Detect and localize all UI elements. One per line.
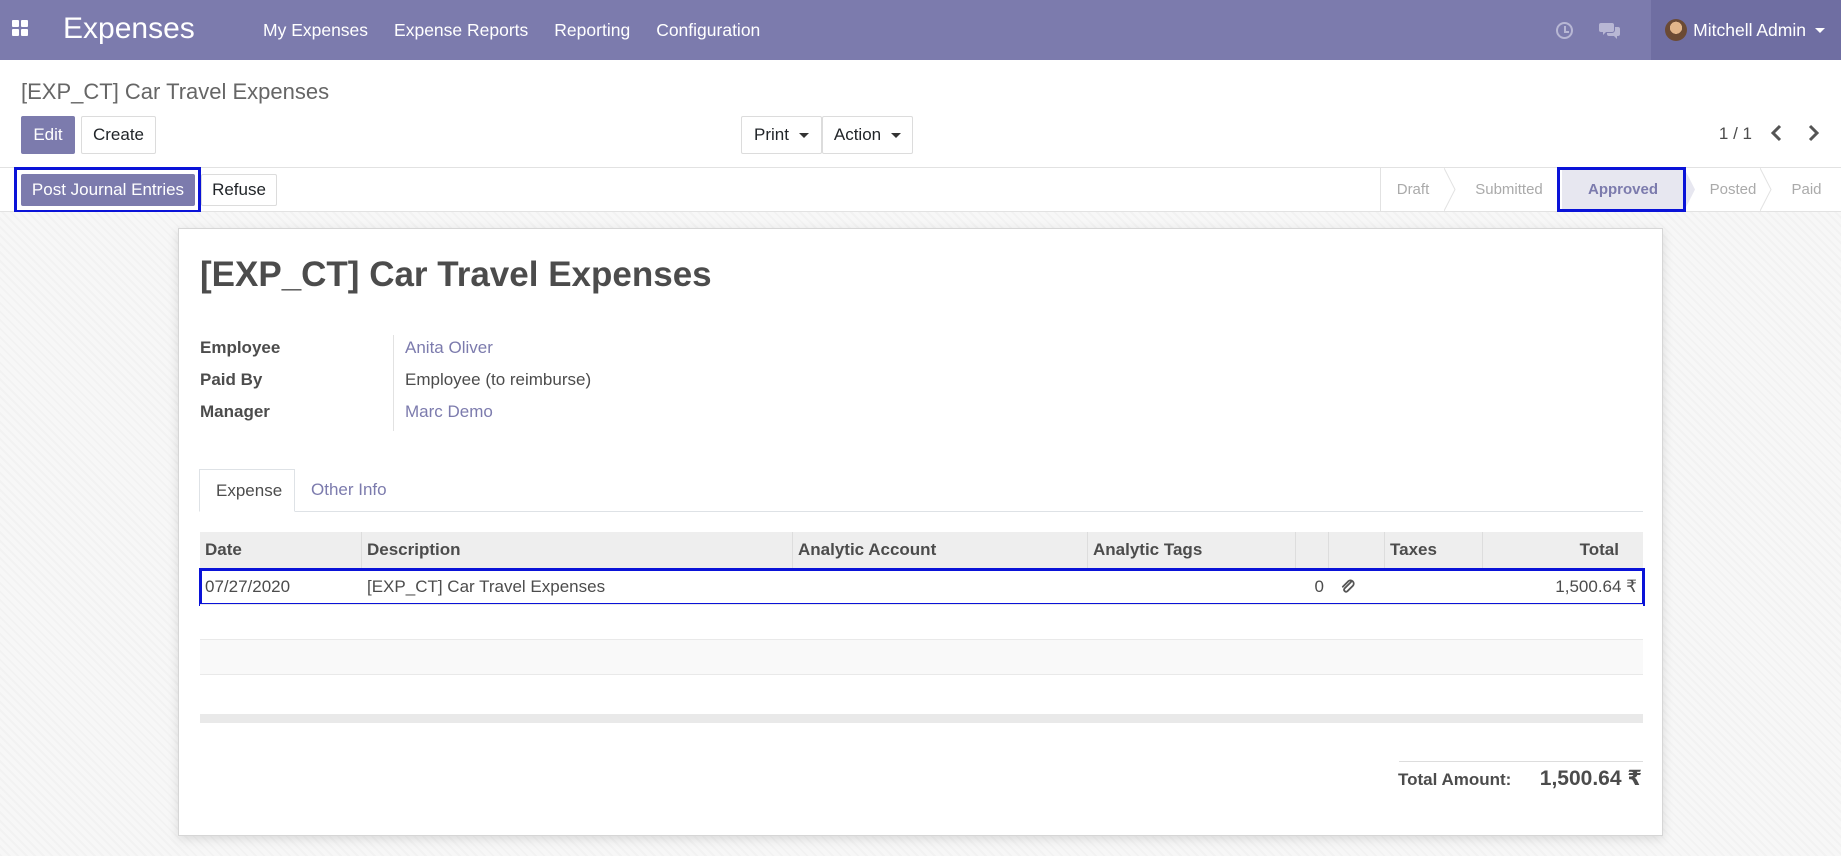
app-name[interactable]: Expenses: [63, 12, 195, 46]
table-footer: [200, 714, 1643, 723]
menu-expense-reports[interactable]: Expense Reports: [381, 0, 541, 60]
menu-configuration[interactable]: Configuration: [643, 0, 773, 60]
column-analytic-account[interactable]: Analytic Account: [793, 532, 1088, 568]
avatar: [1665, 19, 1688, 41]
empty-row: [200, 604, 1643, 640]
post-button-highlight: [14, 167, 201, 213]
column-taxes[interactable]: Taxes: [1385, 532, 1483, 568]
manager-link[interactable]: Marc Demo: [405, 402, 493, 422]
paid-by-label: Paid By: [200, 370, 263, 389]
menu-my-expenses[interactable]: My Expenses: [250, 0, 381, 60]
report-title: [EXP_CT] Car Travel Expenses: [200, 255, 712, 294]
manager-label: Manager: [200, 402, 270, 421]
chevron-down-icon: [891, 132, 902, 138]
total-amount-label: Total Amount:: [1398, 770, 1512, 789]
employee-label: Employee: [200, 338, 281, 357]
expense-table-header: Date Description Analytic Account Analyt…: [200, 532, 1643, 569]
breadcrumb: [EXP_CT] Car Travel Expenses: [21, 79, 330, 104]
chevron-down-icon: [798, 132, 809, 138]
chevron-left-icon[interactable]: [1770, 124, 1784, 142]
stage-separator: [1444, 168, 1456, 211]
expense-row-highlight: [199, 568, 1645, 606]
column-analytic-tags[interactable]: Analytic Tags: [1088, 532, 1296, 568]
approved-stage-highlight: [1557, 167, 1686, 212]
column-description[interactable]: Description: [362, 532, 793, 568]
field-divider: [393, 335, 394, 431]
main-menu: My Expenses Expense Reports Reporting Co…: [250, 0, 773, 60]
notebook-tabs: Expense Other Info: [199, 469, 1643, 512]
column-total[interactable]: Total: [1483, 532, 1643, 568]
tab-other-info[interactable]: Other Info: [295, 469, 403, 511]
stage-submitted: Submitted: [1475, 181, 1543, 198]
tab-expense[interactable]: Expense: [199, 469, 295, 512]
stage-paid: Paid: [1791, 181, 1822, 198]
stage-separator: [1760, 168, 1772, 211]
chat-icon[interactable]: [1599, 21, 1621, 39]
total-amount-value: 1,500.64 ₹: [1539, 767, 1642, 790]
chevron-right-icon[interactable]: [1806, 124, 1820, 142]
chevron-down-icon: [1815, 27, 1825, 33]
stage-draft: Draft: [1380, 168, 1445, 211]
edit-button[interactable]: Edit: [21, 116, 75, 154]
action-dropdown[interactable]: Action: [822, 116, 913, 154]
print-dropdown[interactable]: Print: [741, 116, 822, 154]
systray: Mitchell Admin: [1556, 0, 1841, 60]
user-name: Mitchell Admin: [1693, 19, 1806, 40]
empty-row: [200, 639, 1643, 675]
user-menu[interactable]: Mitchell Admin: [1651, 0, 1841, 60]
column-date[interactable]: Date: [200, 532, 362, 568]
column-blank: [1329, 532, 1385, 568]
refuse-button[interactable]: Refuse: [201, 174, 277, 206]
column-attachments: [1296, 532, 1329, 568]
pager-value[interactable]: 1 / 1: [1719, 124, 1752, 144]
total-divider: [1399, 761, 1643, 762]
action-label: Action: [833, 125, 882, 144]
clock-icon[interactable]: [1556, 21, 1574, 39]
employee-link[interactable]: Anita Oliver: [405, 338, 493, 358]
empty-row: [200, 674, 1643, 710]
paid-by-value: Employee (to reimburse): [405, 370, 592, 389]
apps-icon[interactable]: [12, 20, 30, 38]
create-button[interactable]: Create: [81, 116, 156, 154]
expense-report-sheet: [EXP_CT] Car Travel Expenses Employee An…: [178, 228, 1663, 836]
top-navbar: Expenses My Expenses Expense Reports Rep…: [0, 0, 1841, 60]
print-label: Print: [754, 125, 789, 144]
menu-reporting[interactable]: Reporting: [541, 0, 643, 60]
